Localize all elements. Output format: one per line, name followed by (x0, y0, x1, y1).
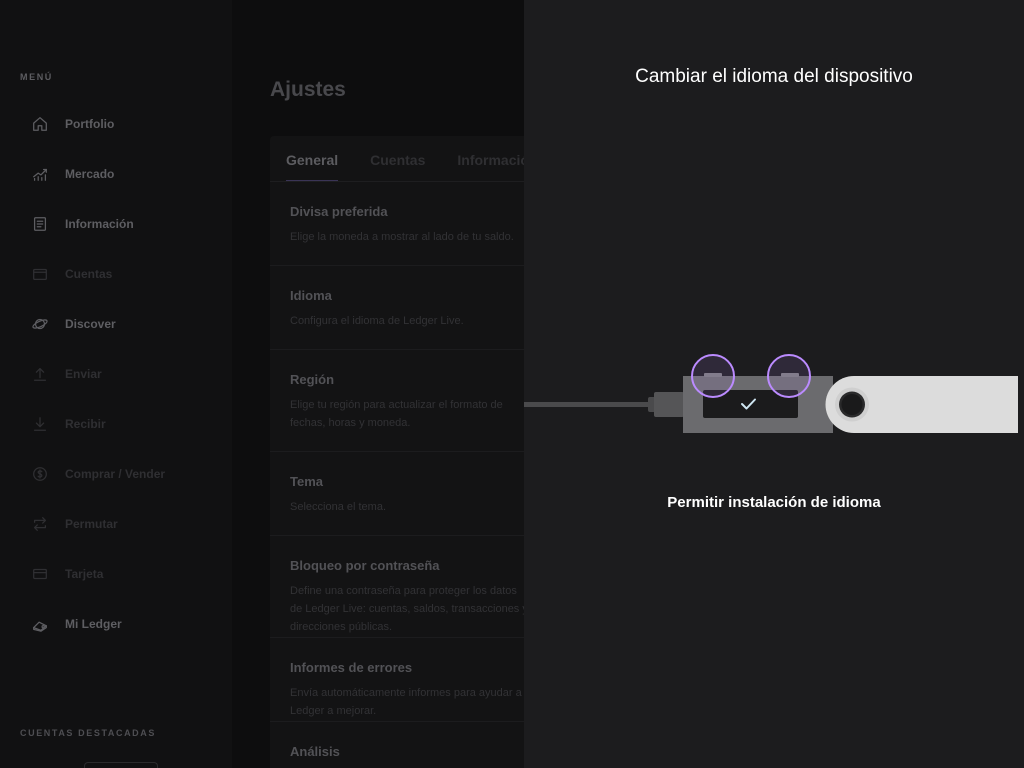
setting-description: Elige tu región para actualizar el forma… (290, 399, 503, 429)
setting-title: Análisis (290, 744, 340, 759)
sidebar-item-portfolio[interactable]: Portfolio (30, 112, 210, 136)
sidebar-item-label: Mercado (65, 167, 115, 181)
sidebar-item-discover[interactable]: Discover (30, 312, 210, 336)
ledger-device-icon (30, 614, 50, 634)
menu-heading: MENÚ (20, 72, 53, 82)
sidebar-item-my-ledger[interactable]: Mi Ledger (30, 612, 210, 636)
settings-tabs: General Cuentas Información (286, 152, 524, 182)
sidebar: MENÚ Portfolio Mercado Información Cuent… (0, 0, 232, 768)
usb-cable (524, 402, 652, 407)
starred-accounts-placeholder (84, 762, 158, 768)
setting-row-currency[interactable]: Divisa preferida Elige la moneda a mostr… (270, 182, 524, 266)
setting-description: Envía automáticamente informes para ayud… (290, 687, 522, 717)
dollar-coin-icon (30, 464, 50, 484)
settings-card: General Cuentas Información Divisa prefe… (270, 136, 524, 768)
settings-page: Ajustes General Cuentas Información Divi… (232, 0, 524, 768)
planet-icon (30, 314, 50, 334)
sidebar-item-label: Enviar (65, 367, 102, 381)
wallet-icon (30, 264, 50, 284)
news-icon (30, 214, 50, 234)
left-button-highlight (691, 354, 735, 398)
home-icon (30, 114, 50, 134)
setting-row-theme[interactable]: Tema Selecciona el tema. (270, 452, 524, 536)
setting-title: Región (290, 372, 335, 387)
card-icon (30, 564, 50, 584)
send-arrow-up-icon (30, 364, 50, 384)
sidebar-item-buy-sell[interactable]: Comprar / Vender (30, 462, 210, 486)
sidebar-item-accounts[interactable]: Cuentas (30, 262, 210, 286)
market-chart-icon (30, 164, 50, 184)
starred-accounts-heading: CUENTAS DESTACADAS (20, 728, 156, 738)
language-change-drawer: Cambiar el idioma del dispositivo Permit… (524, 0, 1024, 768)
setting-description: Configura el idioma de Ledger Live. (290, 315, 464, 327)
sidebar-item-label: Mi Ledger (65, 617, 122, 631)
setting-description: Define una contraseña para proteger los … (290, 585, 524, 633)
setting-row-region[interactable]: Región Elige tu región para actualizar e… (270, 350, 524, 452)
setting-description: Elige la moneda a mostrar al lado de tu … (290, 231, 514, 243)
sidebar-item-send[interactable]: Enviar (30, 362, 210, 386)
sidebar-item-label: Recibir (65, 417, 106, 431)
drawer-title: Cambiar el idioma del dispositivo (635, 66, 913, 87)
setting-title: Bloqueo por contraseña (290, 558, 440, 573)
setting-title: Tema (290, 474, 323, 489)
tab-information[interactable]: Información (457, 152, 524, 182)
setting-title: Idioma (290, 288, 332, 303)
sidebar-item-label: Discover (65, 317, 116, 331)
right-button-highlight (767, 354, 811, 398)
app-window: MENÚ Portfolio Mercado Información Cuent… (0, 0, 1024, 768)
sidebar-item-receive[interactable]: Recibir (30, 412, 210, 436)
sidebar-item-card[interactable]: Tarjeta (30, 562, 210, 586)
swap-arrows-icon (30, 514, 50, 534)
sidebar-item-market[interactable]: Mercado (30, 162, 210, 186)
setting-row-error-reports[interactable]: Informes de errores Envía automáticament… (270, 638, 524, 722)
drawer-instruction: Permitir instalación de idioma (667, 494, 881, 511)
sidebar-item-label: Permutar (65, 517, 118, 531)
setting-row-password-lock[interactable]: Bloqueo por contraseña Define una contra… (270, 536, 524, 638)
sidebar-item-label: Cuentas (65, 267, 113, 281)
usb-connector (654, 392, 684, 417)
setting-title: Divisa preferida (290, 204, 388, 219)
tab-general[interactable]: General (286, 152, 339, 182)
setting-title: Informes de errores (290, 660, 413, 675)
page-title: Ajustes (270, 78, 346, 101)
ledger-device-illustration (524, 354, 1018, 433)
receive-arrow-down-icon (30, 414, 50, 434)
sidebar-item-label: Portfolio (65, 117, 115, 131)
sidebar-item-label: Tarjeta (65, 567, 104, 581)
setting-description: Selecciona el tema. (290, 501, 386, 513)
setting-row-language[interactable]: Idioma Configura el idioma de Ledger Liv… (270, 266, 524, 350)
sidebar-item-label: Información (65, 217, 134, 231)
sidebar-item-information[interactable]: Información (30, 212, 210, 236)
sidebar-item-swap[interactable]: Permutar (30, 512, 210, 536)
tab-accounts[interactable]: Cuentas (370, 152, 425, 182)
sidebar-item-label: Comprar / Vender (65, 467, 166, 481)
setting-row-analytics[interactable]: Análisis (270, 722, 524, 768)
